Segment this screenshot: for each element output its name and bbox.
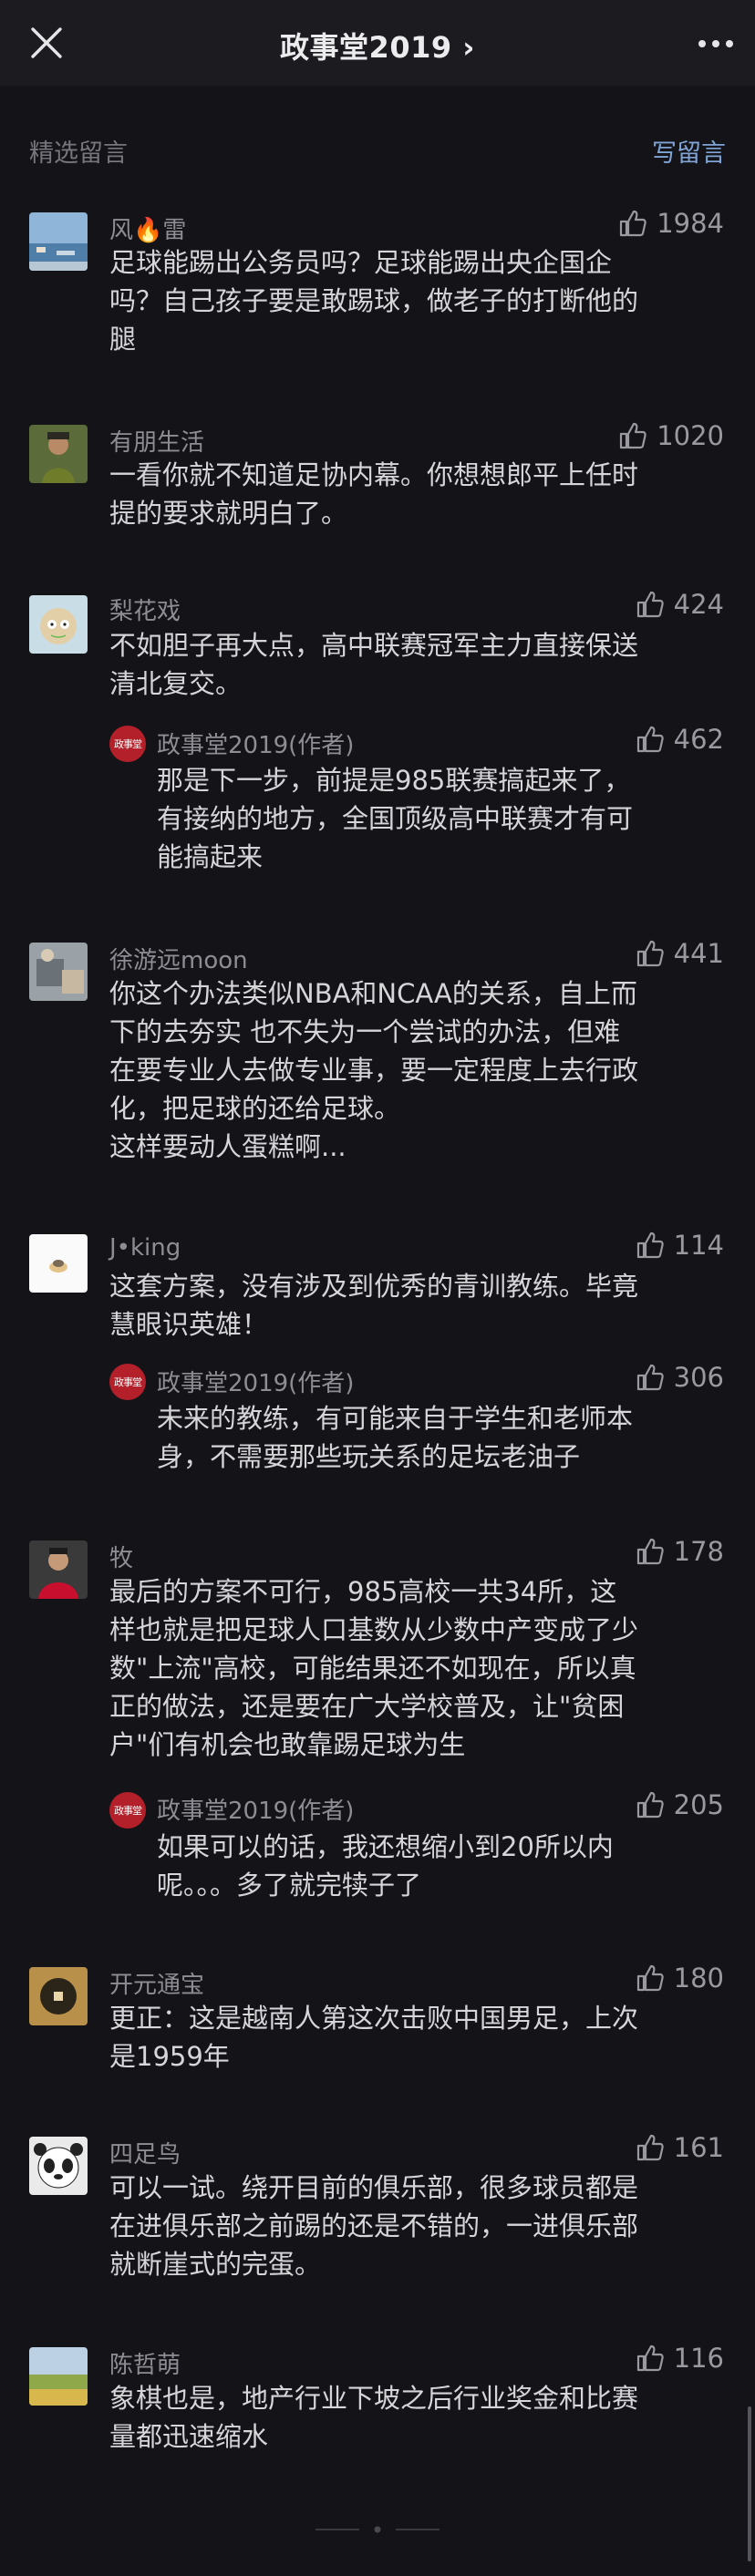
account-title[interactable]: 政事堂2019 ›	[0, 25, 755, 67]
like-count: 205	[673, 1789, 724, 1820]
end-of-list-indicator	[315, 2526, 440, 2533]
reply-nickname: 政事堂2019(作者)	[157, 732, 355, 759]
thumbs-up-icon	[636, 726, 664, 753]
thumbs-up-icon	[636, 591, 664, 618]
top-nav-bar: 政事堂2019 ›	[0, 0, 755, 86]
comment-text: 可以一试。绕开目前的俱乐部，很多球员都是 在进俱乐部之前踢的还是不错的，一进俱乐…	[109, 2172, 639, 2280]
selected-comments-header: 精选留言 写留言	[29, 133, 726, 170]
like-button[interactable]: 1984	[618, 207, 724, 240]
like-count: 462	[673, 724, 724, 755]
avatar[interactable]	[29, 2347, 88, 2406]
reply-like-button[interactable]: 462	[636, 723, 724, 756]
comment-nickname: 风🔥雷	[109, 217, 187, 244]
like-button[interactable]: 114	[636, 1229, 724, 1262]
comment-text: 你这个办法类似NBA和NCAA的关系，自上而 下的去夯实 也不失为一个尝试的办法…	[109, 978, 639, 1162]
reply-text: 如果可以的话，我还想缩小到20所以内 呢。。。多了就完犊子了	[157, 1831, 614, 1901]
reply-text: 那是下一步，前提是985联赛搞起来了， 有接纳的地方，全国顶级高中联赛才有可 能…	[157, 765, 634, 872]
avatar[interactable]	[29, 212, 88, 271]
thumbs-up-icon	[636, 1364, 664, 1391]
reply-text: 未来的教练，有可能来自于学生和老师本 身，不需要那些玩关系的足坛老油子	[157, 1403, 634, 1472]
comment-text: 更正：这是越南人第这次击败中国男足，上次 是1959年	[109, 2003, 639, 2072]
thumbs-up-icon	[636, 940, 664, 967]
comment-nickname: J•king	[109, 1234, 181, 1262]
thumbs-up-icon	[636, 1538, 664, 1565]
author-avatar[interactable]: 政事堂	[109, 726, 146, 762]
like-button[interactable]: 1020	[618, 419, 724, 452]
thumbs-up-icon	[636, 2134, 664, 2161]
comment-nickname: 牧	[109, 1545, 134, 1572]
reply-nickname: 政事堂2019(作者)	[157, 1370, 355, 1397]
avatar[interactable]	[29, 1234, 88, 1293]
like-count: 180	[673, 1963, 724, 1994]
thumbs-up-icon	[636, 1231, 664, 1259]
thumbs-up-icon	[636, 1791, 664, 1819]
avatar[interactable]	[29, 1967, 88, 2025]
comment-nickname: 有朋生活	[109, 429, 205, 457]
like-count: 441	[673, 938, 724, 969]
like-button[interactable]: 178	[636, 1535, 724, 1568]
comment-nickname: 徐游远moon	[109, 947, 248, 974]
reply-nickname: 政事堂2019(作者)	[157, 1798, 355, 1825]
comment-text: 不如胆子再大点，高中联赛冠军主力直接保送 清北复交。	[109, 630, 639, 699]
thumbs-up-icon	[620, 422, 646, 449]
comment-text: 一看你就不知道足协内幕。你想想郎平上任时 提的要求就明白了。	[109, 459, 639, 529]
write-comment-link[interactable]: 写留言	[652, 133, 726, 169]
avatar[interactable]	[29, 2137, 88, 2195]
like-button[interactable]: 441	[636, 937, 724, 970]
like-button[interactable]: 116	[636, 2342, 724, 2375]
comment-text: 这套方案，没有涉及到优秀的青训教练。毕竟 慧眼识英雄！	[109, 1271, 639, 1340]
like-count: 424	[673, 589, 724, 620]
like-count: 114	[673, 1230, 724, 1261]
like-button[interactable]: 424	[636, 588, 724, 621]
more-options-icon[interactable]	[695, 27, 737, 60]
selected-comments-label: 精选留言	[29, 139, 128, 168]
thumbs-up-icon	[636, 2344, 664, 2372]
comment-nickname: 开元通宝	[109, 1972, 205, 1999]
reply-like-button[interactable]: 205	[636, 1788, 724, 1821]
author-avatar[interactable]: 政事堂	[109, 1364, 146, 1400]
avatar[interactable]	[29, 943, 88, 1001]
like-button[interactable]: 180	[636, 1962, 724, 1994]
thumbs-up-icon	[636, 1964, 664, 1992]
comment-text: 足球能踢出公务员吗？足球能踢出央企国企 吗？自己孩子要是敢踢球，做老子的打断他的…	[109, 247, 639, 355]
comment-nickname: 四足鸟	[109, 2141, 181, 2169]
scrollbar[interactable]	[748, 2406, 751, 2561]
like-count: 306	[673, 1362, 724, 1393]
like-button[interactable]: 161	[636, 2131, 724, 2164]
reply-like-button[interactable]: 306	[636, 1361, 724, 1394]
comment-text: 象棋也是，地产行业下坡之后行业奖金和比赛 量都迅速缩水	[109, 2383, 639, 2452]
avatar[interactable]	[29, 1540, 88, 1599]
like-count: 116	[673, 2343, 724, 2374]
avatar[interactable]	[29, 425, 88, 483]
author-avatar[interactable]: 政事堂	[109, 1792, 146, 1829]
avatar[interactable]	[29, 595, 88, 654]
like-count: 1020	[657, 420, 724, 451]
like-count: 161	[673, 2132, 724, 2163]
comment-nickname: 梨花戏	[109, 598, 181, 625]
like-count: 178	[673, 1536, 724, 1567]
like-count: 1984	[657, 208, 724, 239]
comment-text: 最后的方案不可行，985高校一共34所，这 样也就是把足球人口基数从少数中产变成…	[109, 1576, 639, 1760]
comment-nickname: 陈哲萌	[109, 2352, 181, 2379]
thumbs-up-icon	[620, 210, 646, 237]
